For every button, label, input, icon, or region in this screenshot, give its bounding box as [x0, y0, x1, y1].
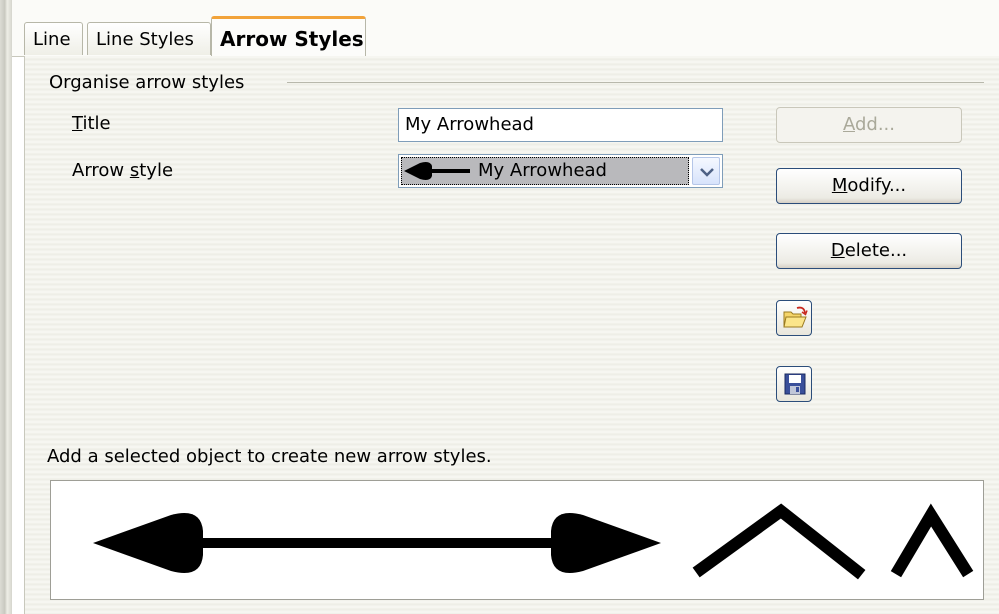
line-arrow-preview-icon	[692, 503, 866, 580]
arrow-style-value: My Arrowhead	[478, 160, 607, 181]
title-input[interactable]: My Arrowhead	[398, 108, 723, 142]
chevron-down-icon[interactable]	[692, 157, 720, 185]
floppy-disk-icon	[784, 373, 806, 395]
narrow-line-arrow-preview-icon	[890, 503, 974, 578]
title-label: Title	[72, 113, 111, 134]
tab-strip: Line Line Styles Arrow Styles	[12, 0, 999, 57]
open-folder-icon	[783, 306, 808, 328]
group-label: Organise arrow styles	[49, 72, 245, 93]
tab-arrow-styles[interactable]: Arrow Styles	[211, 16, 366, 57]
group-divider	[287, 82, 984, 83]
load-arrow-styles-button[interactable]	[776, 300, 812, 336]
add-button[interactable]: Add...	[776, 107, 962, 143]
window-left-edge	[0, 0, 12, 614]
modify-button[interactable]: Modify...	[776, 168, 962, 204]
arrow-preview-area	[50, 480, 984, 600]
save-arrow-styles-button[interactable]	[776, 366, 812, 402]
delete-button[interactable]: Delete...	[776, 233, 962, 269]
tab-line-styles[interactable]: Line Styles	[87, 22, 211, 55]
arrowhead-preview-icon	[404, 162, 470, 180]
arrow-style-selected: My Arrowhead	[401, 157, 689, 185]
arrow-styles-panel: Organise arrow styles Title My Arrowhead…	[24, 56, 999, 614]
hint-text: Add a selected object to create new arro…	[47, 446, 492, 467]
tab-line[interactable]: Line	[24, 22, 83, 55]
arrow-style-select[interactable]: My Arrowhead	[398, 154, 723, 188]
double-arrow-preview-icon	[93, 513, 661, 573]
arrow-styles-preview	[93, 503, 974, 580]
arrow-style-label: Arrow style	[72, 160, 174, 181]
